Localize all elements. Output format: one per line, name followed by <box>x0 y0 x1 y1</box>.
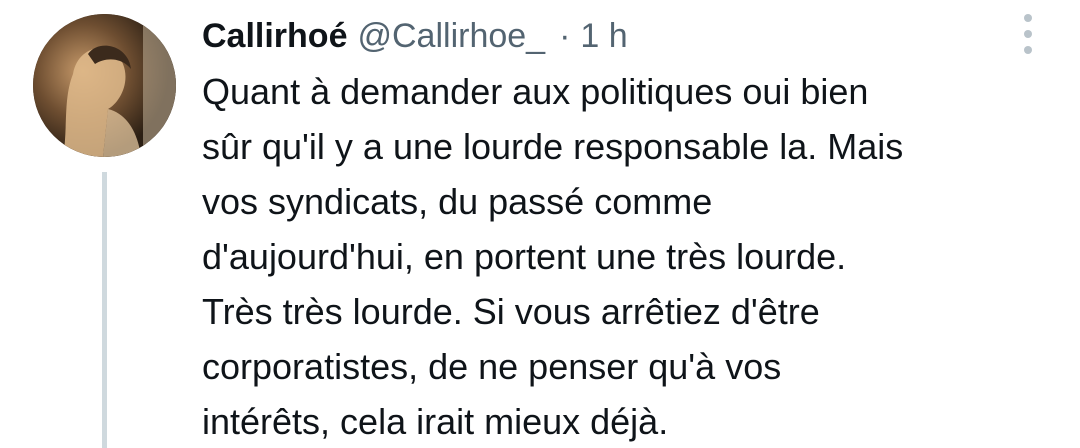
more-dot <box>1024 46 1032 54</box>
user-handle[interactable]: @Callirhoe_ <box>357 8 545 64</box>
more-dot <box>1024 14 1032 22</box>
more-vertical-icon[interactable] <box>1018 14 1038 54</box>
thread-connector-line <box>102 172 107 448</box>
tweet-text: Quant à demander aux politiques oui bien… <box>202 71 904 442</box>
more-dot <box>1024 30 1032 38</box>
tweet[interactable]: Callirhoé @Callirhoe_ · 1 h Quant à dema… <box>0 0 1080 448</box>
avatar-photo <box>33 14 176 157</box>
tweet-header: Callirhoé @Callirhoe_ · 1 h <box>202 8 1042 64</box>
separator-dot: · <box>559 17 571 55</box>
tweet-content: Callirhoé @Callirhoe_ · 1 h Quant à dema… <box>202 8 1042 448</box>
avatar[interactable] <box>33 14 176 157</box>
timestamp[interactable]: 1 h <box>580 8 627 64</box>
display-name[interactable]: Callirhoé <box>202 8 347 64</box>
